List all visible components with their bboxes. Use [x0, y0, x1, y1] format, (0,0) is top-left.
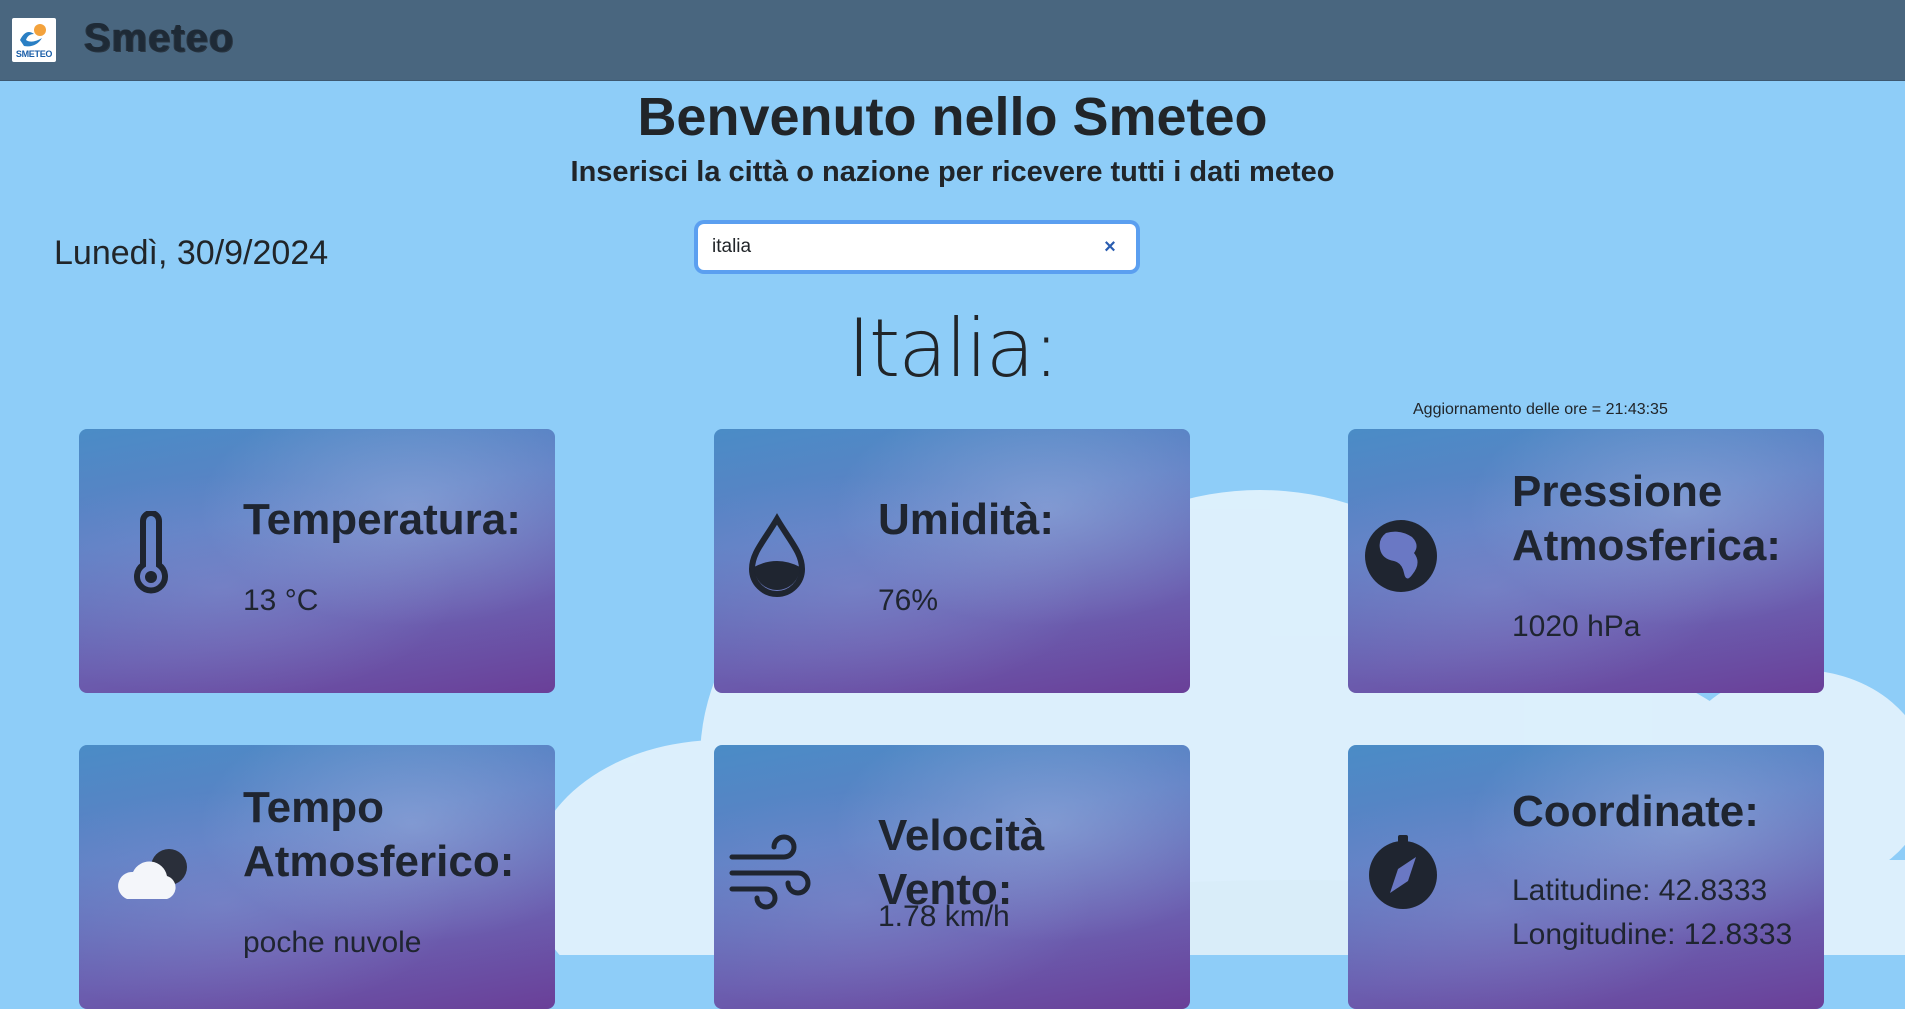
pressure-card: Pressione Atmosferica: 1020 hPa — [1348, 429, 1824, 693]
location-name: Italia: — [847, 302, 1059, 395]
globe-africa-icon — [1365, 520, 1437, 592]
card-title-line2: Atmosferica: — [1512, 521, 1781, 570]
weather-value: poche nuvole — [243, 926, 422, 959]
wind-card: Velocità Vento: 1.78 km/h — [714, 745, 1190, 1009]
temperature-card: Temperatura: 13 °C — [79, 429, 555, 693]
search-box: × — [698, 224, 1136, 270]
card-title-line1: Tempo — [243, 783, 384, 832]
page-title: Benvenuto nello Smeteo — [637, 87, 1268, 147]
card-title: Umidità: — [878, 495, 1054, 544]
droplet-icon — [748, 513, 806, 597]
navbar: SMETEO Smeteo — [0, 0, 1905, 81]
wind-icon — [729, 834, 811, 910]
humidity-value: 76% — [878, 584, 939, 617]
brand-logo[interactable]: SMETEO — [12, 18, 56, 62]
wind-value: 1.78 km/h — [878, 900, 1010, 933]
search-input[interactable] — [712, 232, 1082, 262]
humidity-card: Umidità: 76% — [714, 429, 1190, 693]
brand-name[interactable]: Smeteo — [84, 16, 235, 61]
weather-card: Tempo Atmosferico: poche nuvole — [79, 745, 555, 1009]
temperature-value: 13 °C — [243, 584, 319, 617]
card-title-line2: Atmosferico: — [243, 837, 515, 886]
pressure-value: 1020 hPa — [1512, 610, 1641, 643]
cloud-moon-icon — [118, 849, 187, 899]
longitude-value: Longitudine: 12.8333 — [1512, 918, 1793, 951]
thermometer-icon — [134, 511, 168, 594]
update-time: Aggiornamento delle ore = 21:43:35 — [1413, 401, 1668, 418]
coordinates-card: Coordinate: Latitudine: 42.8333 Longitud… — [1348, 745, 1824, 1009]
card-title: Temperatura: — [243, 495, 521, 544]
compass-icon — [1369, 835, 1437, 909]
card-title: Coordinate: — [1512, 787, 1759, 836]
card-title-line1: Pressione — [1512, 467, 1723, 516]
page-subtitle: Inserisci la città o nazione per ricever… — [570, 156, 1335, 188]
close-icon[interactable]: × — [1098, 235, 1122, 259]
logo-text: SMETEO — [15, 49, 53, 59]
current-date: Lunedì, 30/9/2024 — [54, 234, 329, 272]
latitude-value: Latitudine: 42.8333 — [1512, 874, 1768, 907]
